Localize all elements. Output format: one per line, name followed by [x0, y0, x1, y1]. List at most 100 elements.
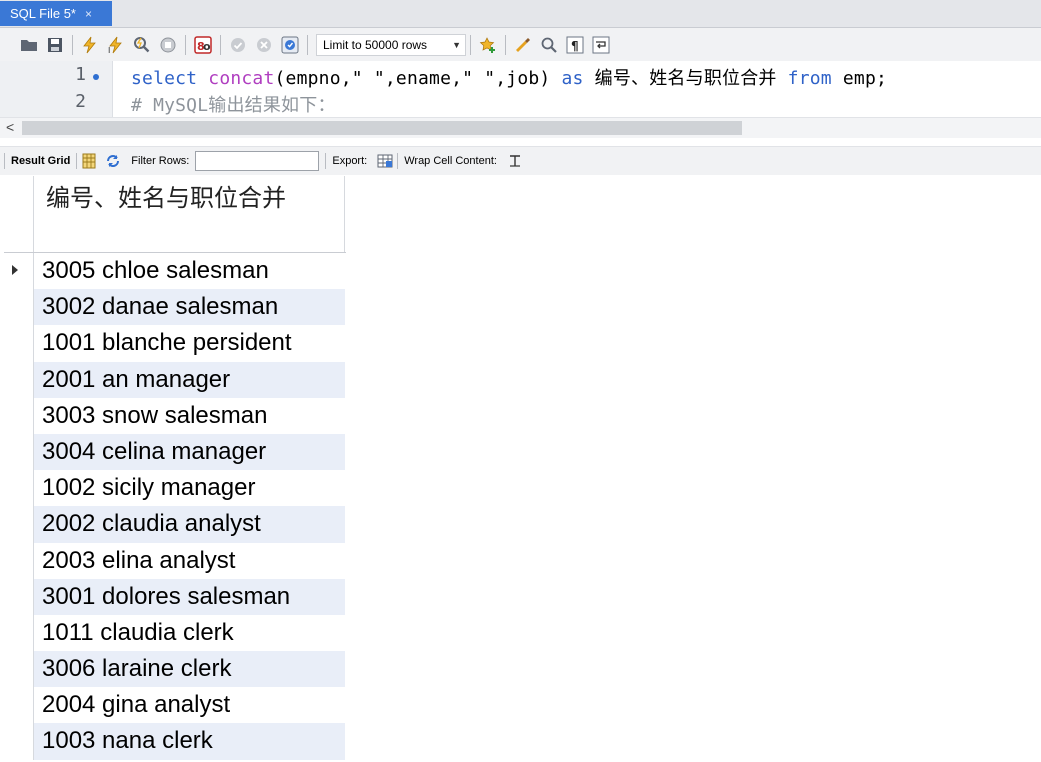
beautify-icon[interactable] [513, 35, 533, 55]
add-snippet-icon[interactable] [478, 35, 498, 55]
table-cell[interactable]: 3004 celina manager [34, 433, 345, 471]
folder-icon[interactable] [19, 35, 39, 55]
execute-current-icon[interactable]: I [106, 35, 126, 55]
row-header[interactable] [4, 361, 34, 398]
explain-icon[interactable] [132, 35, 152, 55]
grid-view-icon[interactable] [80, 152, 98, 170]
limit-rows-select[interactable]: Limit to 50000 rows ▼ [316, 33, 466, 56]
toggle-error-icon[interactable]: 8o [193, 35, 213, 55]
current-row-pointer-icon [12, 265, 18, 275]
result-grid[interactable]: 编号、姓名与职位合并 3005 chloe salesman 3002 danae… [4, 176, 346, 760]
wrap-cell-label: Wrap Cell Content: [404, 155, 497, 167]
row-header[interactable] [4, 614, 34, 652]
execute-icon[interactable] [80, 35, 100, 55]
keyword-from: from [787, 68, 832, 89]
autocommit-icon[interactable] [280, 35, 300, 55]
line-number: 2 [75, 91, 86, 112]
editor-horizontal-scrollbar[interactable]: < [0, 117, 1041, 138]
code-line-1[interactable]: select concat(empno," ",ename," ",job) a… [131, 64, 887, 90]
result-toolbar: Result Grid Filter Rows: Export: Wrap Ce… [0, 146, 1041, 175]
function-concat: concat [208, 68, 275, 89]
table-row[interactable]: 1002 sicily manager [4, 470, 346, 507]
table-row[interactable]: 3001 dolores salesman [4, 578, 346, 615]
save-icon[interactable] [45, 35, 65, 55]
invisibles-icon[interactable]: ¶ [565, 35, 585, 55]
result-grid-button[interactable]: Result Grid [5, 155, 76, 167]
table-cell[interactable]: 1002 sicily manager [34, 470, 345, 506]
toolbar-separator [307, 34, 308, 55]
chevron-down-icon: ▼ [452, 39, 461, 50]
table-cell[interactable]: 1003 nana clerk [34, 723, 345, 760]
row-header[interactable] [4, 687, 34, 724]
table-row[interactable]: 3004 celina manager [4, 433, 346, 471]
column-alias: 编号、姓名与职位合并 [594, 68, 777, 89]
sql-editor[interactable]: 1 2 select concat(empno," ",ename," ",jo… [0, 61, 1041, 117]
table-row[interactable]: 3005 chloe salesman [4, 253, 346, 290]
toolbar-separator [505, 34, 506, 55]
toolbar-separator [185, 34, 186, 55]
keyword-select: select [131, 68, 198, 89]
limit-rows-label: Limit to 50000 rows [323, 37, 428, 52]
column-header[interactable]: 编号、姓名与职位合并 [34, 176, 345, 252]
find-icon[interactable] [539, 35, 559, 55]
statement-marker-icon [93, 74, 99, 80]
table-cell[interactable]: 3006 laraine clerk [34, 651, 345, 688]
keyword-as: as [561, 68, 584, 89]
tab-sql-file[interactable]: SQL File 5* × [0, 1, 112, 26]
row-header[interactable] [4, 289, 34, 326]
table-row[interactable]: 2001 an manager [4, 361, 346, 398]
row-header[interactable] [4, 651, 34, 688]
table-row[interactable]: 3003 snow salesman [4, 397, 346, 434]
filter-rows-input[interactable] [195, 151, 320, 171]
table-row[interactable]: 2004 gina analyst [4, 687, 346, 724]
table-cell[interactable]: 1011 claudia clerk [34, 615, 345, 651]
table-row[interactable]: 2002 claudia analyst [4, 506, 346, 543]
refresh-icon[interactable] [104, 152, 122, 170]
row-header[interactable] [4, 723, 34, 760]
table-cell[interactable]: 3003 snow salesman [34, 398, 345, 434]
toolbar-separator [72, 34, 73, 55]
table-row[interactable]: 1001 blanche persident [4, 325, 346, 362]
wrap-cell-icon[interactable] [506, 152, 524, 170]
table-cell[interactable]: 2003 elina analyst [34, 543, 345, 579]
table-row[interactable]: 2003 elina analyst [4, 542, 346, 579]
export-icon[interactable] [376, 152, 394, 170]
table-cell[interactable]: 2001 an manager [34, 361, 345, 398]
tab-title: SQL File 5* [10, 6, 76, 21]
row-header[interactable] [4, 433, 34, 471]
table-row[interactable]: 1003 nana clerk [4, 723, 346, 760]
close-icon[interactable]: × [85, 7, 92, 21]
table-cell[interactable]: 3005 chloe salesman [34, 253, 345, 289]
row-header[interactable] [4, 542, 34, 579]
editor-toolbar: I 8o Limit to 50000 rows ▼ ¶ [0, 28, 1041, 61]
line-number-gutter: 1 2 [0, 61, 113, 117]
line-number: 1 [75, 64, 86, 85]
stop-icon[interactable] [158, 35, 178, 55]
toolbar-separator [470, 34, 471, 55]
table-row[interactable]: 3002 danae salesman [4, 289, 346, 326]
row-header[interactable] [4, 397, 34, 434]
code-line-2[interactable]: # MySQL输出结果如下： [131, 91, 336, 117]
row-header[interactable] [4, 470, 34, 507]
rollback-icon[interactable] [254, 35, 274, 55]
scrollbar-thumb[interactable] [22, 121, 742, 135]
svg-text:¶: ¶ [571, 39, 579, 53]
row-header[interactable] [4, 578, 34, 615]
table-cell[interactable]: 2004 gina analyst [34, 687, 345, 723]
tab-strip: SQL File 5* × [0, 0, 1041, 28]
wrap-icon[interactable] [591, 35, 611, 55]
row-header[interactable] [4, 325, 34, 362]
commit-icon[interactable] [228, 35, 248, 55]
table-row[interactable]: 3006 laraine clerk [4, 651, 346, 688]
toolbar-separator [76, 153, 78, 169]
table-cell[interactable]: 3002 danae salesman [34, 289, 345, 326]
svg-text:o: o [203, 40, 211, 53]
table-cell[interactable]: 1001 blanche persident [34, 325, 345, 361]
table-row[interactable]: 1011 claudia clerk [4, 614, 346, 652]
scroll-left-icon[interactable]: < [6, 119, 14, 135]
row-header[interactable] [4, 506, 34, 543]
row-header[interactable] [4, 253, 34, 290]
grid-header: 编号、姓名与职位合并 [4, 176, 346, 253]
table-cell[interactable]: 2002 claudia analyst [34, 506, 345, 543]
table-cell[interactable]: 3001 dolores salesman [34, 578, 345, 615]
